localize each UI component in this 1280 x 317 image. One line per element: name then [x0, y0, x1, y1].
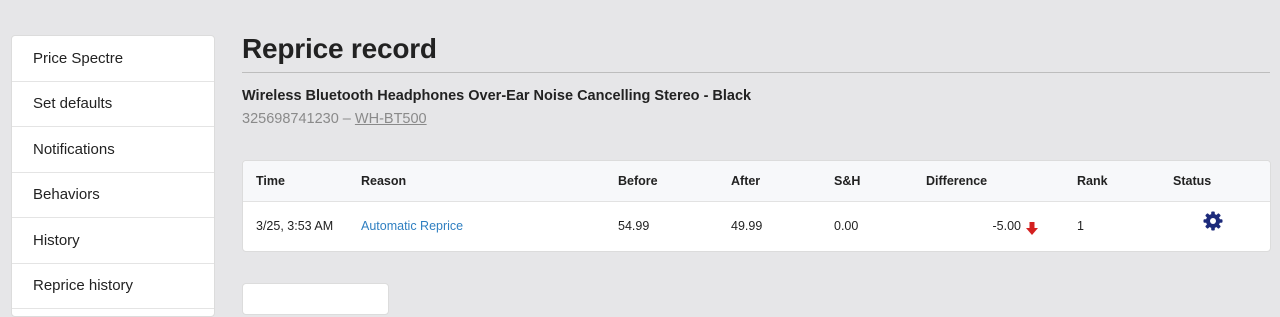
title-divider	[242, 72, 1270, 73]
reason-link[interactable]: Automatic Reprice	[361, 219, 463, 233]
header-time: Time	[243, 161, 361, 202]
arrow-down-icon	[1026, 221, 1038, 235]
meta-separator: –	[338, 111, 355, 127]
cell-status	[1173, 201, 1270, 251]
cell-after: 49.99	[731, 219, 763, 233]
sidebar-item-behaviors[interactable]: Behaviors	[12, 173, 214, 218]
header-sh: S&H	[834, 161, 926, 202]
reprice-table: Time Reason Before After S&H Difference …	[243, 161, 1270, 251]
difference-value: -5.00	[992, 219, 1022, 233]
sidebar-item-notifications[interactable]: Notifications	[12, 127, 214, 173]
gear-badge-icon[interactable]	[1203, 211, 1223, 231]
cell-sh: 0.00	[834, 219, 859, 233]
table-header-row: Time Reason Before After S&H Difference …	[243, 161, 1270, 202]
cell-time: 3/25, 3:53 AM	[256, 219, 334, 233]
product-sku-link[interactable]: WH-BT500	[355, 111, 427, 127]
sidebar-item-price-spectre[interactable]: Price Spectre	[12, 36, 214, 82]
cell-before: 54.99	[618, 219, 650, 233]
cell-reason: Automatic Reprice	[361, 201, 618, 251]
sidebar-item-history[interactable]: History	[12, 218, 214, 264]
cell-rank: 1	[1077, 219, 1084, 233]
header-status: Status	[1173, 161, 1270, 202]
header-after: After	[731, 161, 834, 202]
sidebar-item-reprice-history[interactable]: Reprice history	[12, 264, 214, 309]
header-before: Before	[618, 161, 731, 202]
table-row: 3/25, 3:53 AM Automatic Reprice 54.99 49…	[243, 201, 1270, 251]
sidebar-item-set-defaults[interactable]: Set defaults	[12, 82, 214, 127]
product-name: Wireless Bluetooth Headphones Over-Ear N…	[242, 88, 752, 104]
product-item-id: 325698741230	[242, 111, 339, 127]
header-rank: Rank	[1038, 161, 1173, 202]
page-title: Reprice record	[242, 33, 437, 64]
header-difference: Difference	[926, 161, 1038, 202]
reprice-table-card: Time Reason Before After S&H Difference …	[242, 160, 1271, 252]
header-reason: Reason	[361, 161, 618, 202]
sidebar-nav: Price Spectre Set defaults Notifications…	[11, 35, 215, 317]
bottom-panel	[242, 283, 389, 315]
product-meta: 325698741230 – WH-BT500	[242, 111, 427, 127]
cell-difference: -5.00	[926, 201, 1038, 251]
